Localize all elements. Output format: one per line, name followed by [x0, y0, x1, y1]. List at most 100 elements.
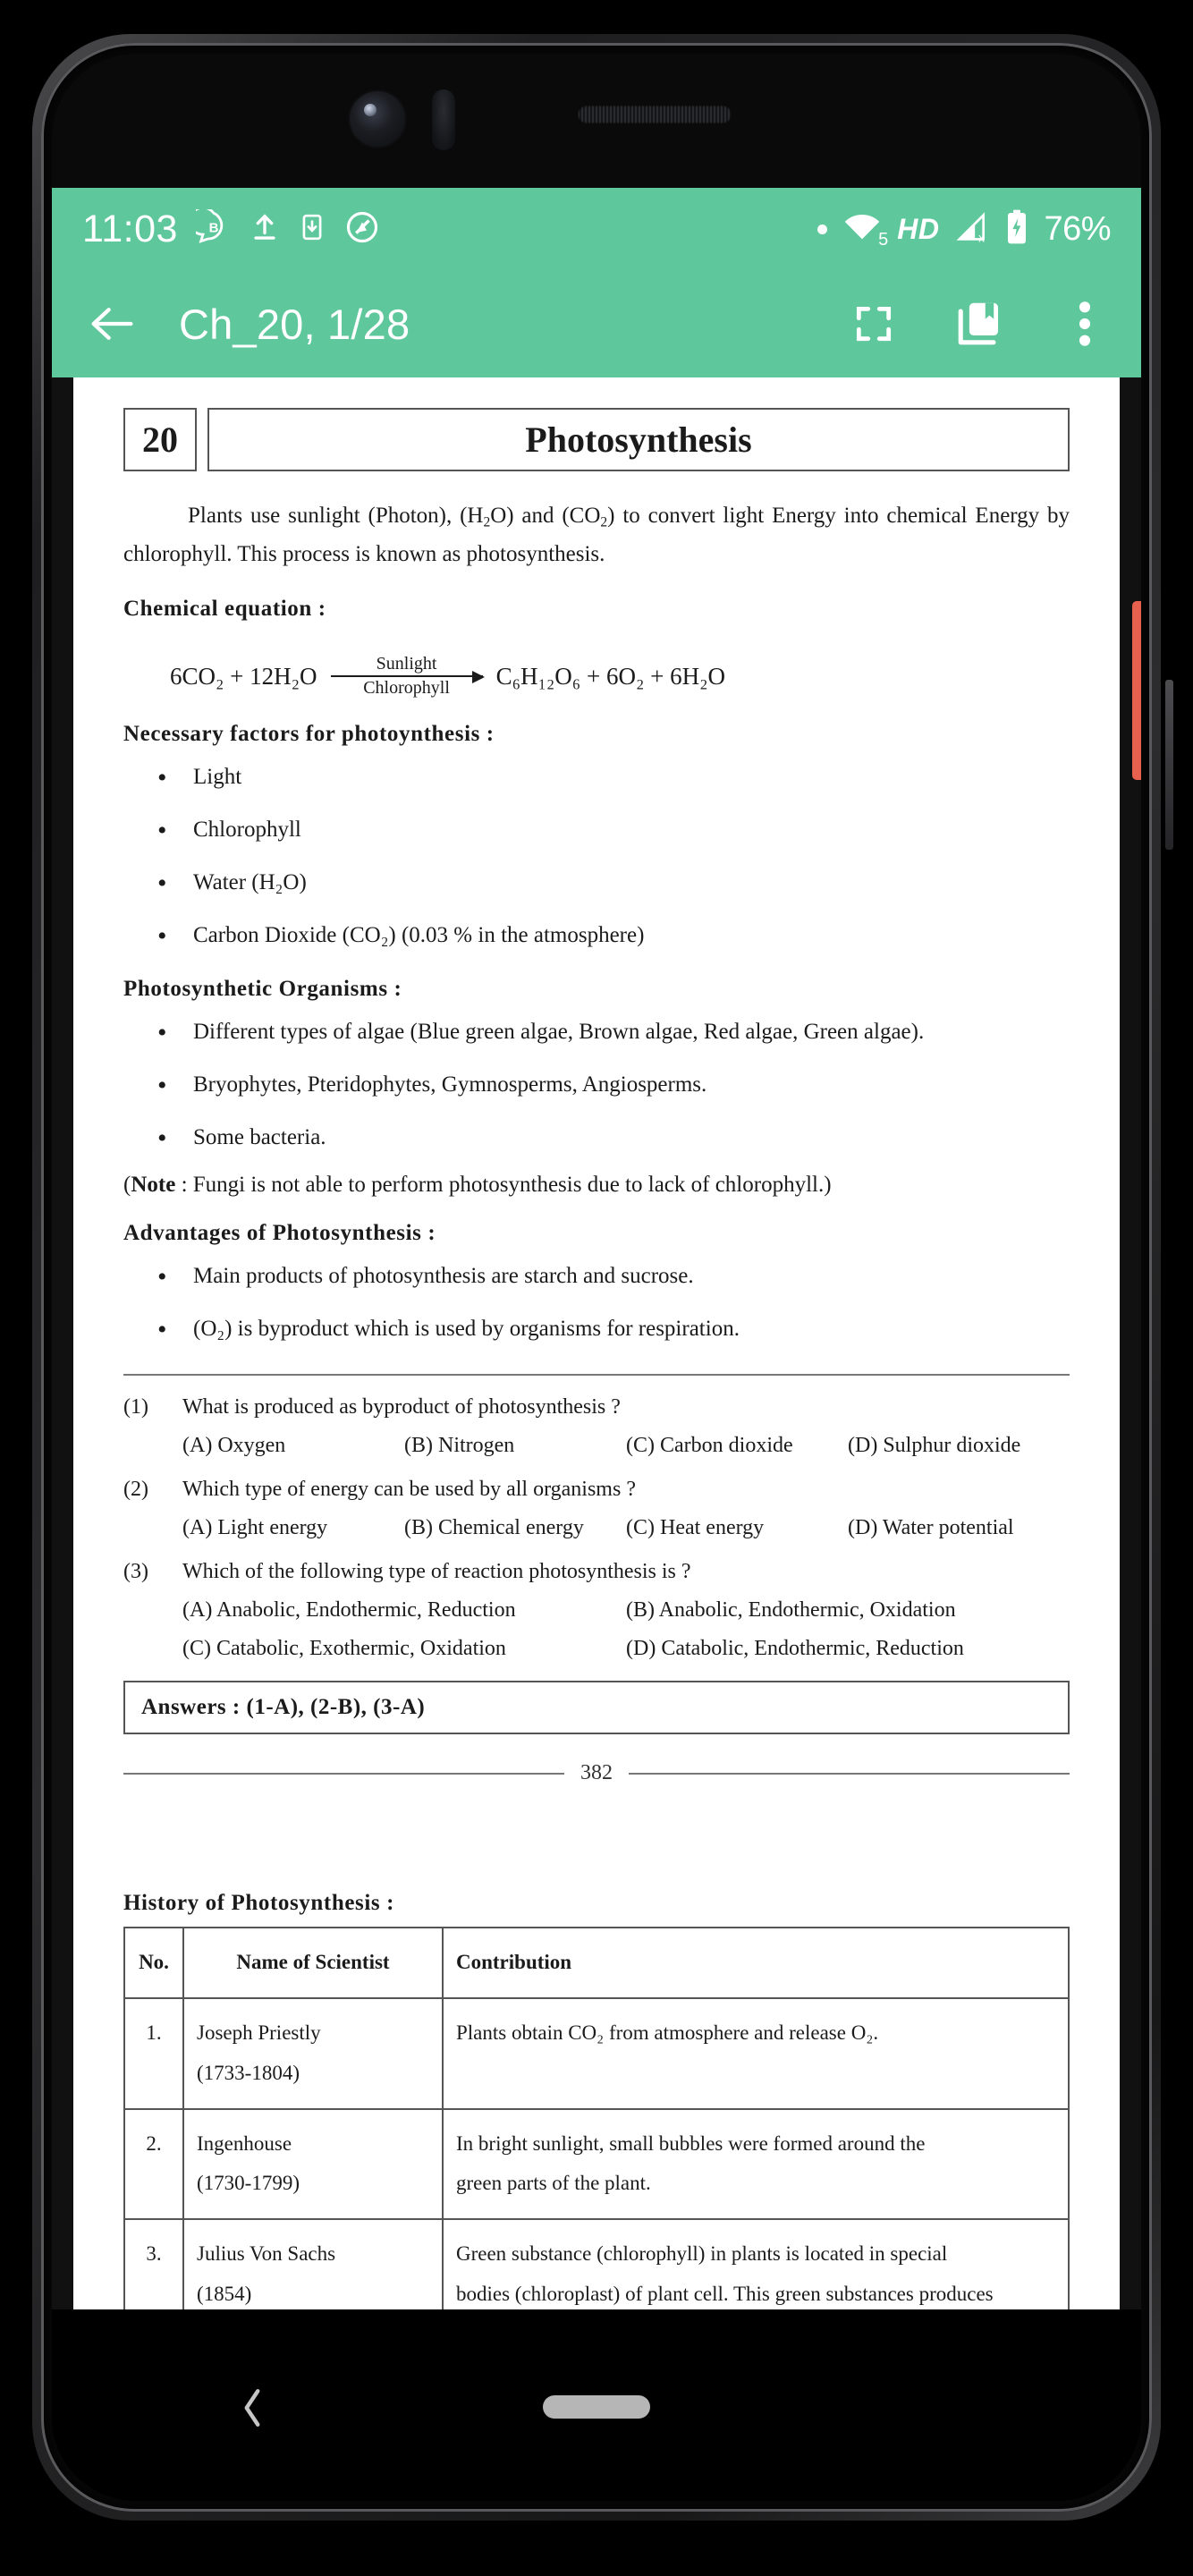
cellular-signal-off-icon: x: [954, 210, 990, 249]
arrow-top-label: Sunlight: [376, 654, 437, 674]
question-text: Which of the following type of reaction …: [182, 1560, 691, 1583]
question-row: (2) Which type of energy can be used by …: [123, 1478, 1070, 1502]
arrow-line: [330, 671, 485, 683]
chapter-header: 20 Photosynthesis: [123, 408, 1070, 471]
cell-no: 1.: [123, 1996, 184, 2110]
cell-contribution: In bright sunlight, small bubbles were f…: [442, 2107, 1070, 2221]
table-header-row: No. Name of Scientist Contribution: [123, 1927, 1070, 1999]
option-c[interactable]: (C) Carbon dioxide: [626, 1434, 848, 1458]
scientist-years: (1730-1799): [197, 2172, 300, 2195]
question-text: What is produced as byproduct of photosy…: [182, 1395, 621, 1419]
list-item: (O₂) is byproduct which is used by organ…: [123, 1309, 1070, 1352]
history-table: No. Name of Scientist Contribution 1. Jo…: [123, 1927, 1070, 2309]
option-d[interactable]: (D) Water potential: [848, 1516, 1070, 1540]
option-b[interactable]: (B) Chemical energy: [404, 1516, 626, 1540]
table-row: 2. Ingenhouse (1730-1799) In bright sunl…: [123, 2107, 1070, 2221]
option-d[interactable]: (D) Catabolic, Endothermic, Reduction: [626, 1637, 1070, 1661]
chevron-left-icon[interactable]: [227, 2383, 277, 2433]
contribution-line: Plants obtain CO₂ from atmosphere and re…: [456, 2021, 879, 2044]
phone-screen: 11:03 B 5 HD x 76% Ch_20, 1/28 20 Photos…: [52, 54, 1141, 2501]
home-gesture-pill[interactable]: [543, 2395, 650, 2419]
front-camera-icon: [350, 91, 405, 147]
adblock-icon: [344, 209, 380, 250]
scroll-indicator[interactable]: [1132, 601, 1141, 780]
bookmark-library-icon[interactable]: [950, 294, 1009, 353]
toolbar-actions: [844, 294, 1114, 353]
note-label: Note: [131, 1173, 176, 1197]
question-options: (A) Anabolic, Endothermic, Reduction (B)…: [123, 1598, 1070, 1623]
list-item: Chlorophyll: [123, 809, 1070, 852]
page-rule-right: [629, 1772, 1070, 1775]
advantages-heading: Advantages of Photosynthesis :: [123, 1221, 436, 1245]
cell-scientist: Julius Von Sachs (1854): [182, 2218, 444, 2309]
equation-right: C₆H₁₂O₆ + 6O₂ + 6H₂O: [495, 662, 725, 690]
chemical-equation-heading: Chemical equation :: [123, 597, 326, 621]
phone-download-icon: [298, 209, 326, 250]
history-heading: History of Photosynthesis :: [123, 1891, 395, 1915]
option-b[interactable]: (B) Nitrogen: [404, 1434, 626, 1458]
page-number: 382: [580, 1761, 613, 1784]
necessary-factors-heading: Necessary factors for photoynthesis :: [123, 722, 495, 746]
cell-no: 3.: [123, 2218, 184, 2309]
page-title: Ch_20, 1/28: [179, 300, 410, 348]
question-row: (3) Which of the following type of react…: [123, 1560, 1070, 1584]
header-no: No.: [123, 1927, 184, 1999]
svg-text:B: B: [209, 220, 219, 235]
list-item: Light: [123, 757, 1070, 800]
document-viewport[interactable]: 20 Photosynthesis Plants use sunlight (P…: [52, 377, 1141, 2309]
status-bar: 11:03 B 5 HD x 76%: [52, 188, 1141, 270]
list-item: Carbon Dioxide (CO₂) (0.03 % in the atmo…: [123, 915, 1070, 958]
list-item: Some bacteria.: [123, 1117, 1070, 1160]
back-button[interactable]: [79, 291, 145, 357]
volume-rocker-button[interactable]: [1165, 680, 1173, 850]
intro-part-c: O) and (CO: [490, 504, 601, 528]
status-bar-right: 5 HD x 76%: [817, 209, 1111, 250]
option-a[interactable]: (A) Anabolic, Endothermic, Reduction: [182, 1598, 626, 1623]
chapter-title: Photosynthesis: [207, 408, 1070, 471]
fullscreen-icon[interactable]: [844, 294, 903, 353]
system-navigation-bar: [52, 2309, 1141, 2501]
battery-percentage-label: 76%: [1044, 209, 1111, 248]
question-number: (2): [123, 1478, 148, 1501]
reaction-arrow: Sunlight Chlorophyll: [326, 654, 487, 699]
question-number: (1): [123, 1395, 148, 1419]
option-a[interactable]: (A) Oxygen: [182, 1434, 404, 1458]
overflow-menu-icon[interactable]: [1055, 294, 1114, 353]
document-page: 20 Photosynthesis Plants use sunlight (P…: [73, 377, 1120, 2309]
notch-area: [52, 54, 1141, 188]
header-contribution: Contribution: [442, 1927, 1070, 1999]
option-c[interactable]: (C) Catabolic, Exothermic, Oxidation: [182, 1637, 626, 1661]
option-a[interactable]: (A) Light energy: [182, 1516, 404, 1540]
proximity-sensor-icon: [432, 89, 455, 150]
question-row: (1) What is produced as byproduct of pho…: [123, 1395, 1070, 1419]
message-b-icon: B: [188, 206, 232, 250]
option-d[interactable]: (D) Sulphur dioxide: [848, 1434, 1070, 1458]
header-scientist: Name of Scientist: [182, 1927, 444, 1999]
list-item: Main products of photosynthesis are star…: [123, 1256, 1070, 1299]
notification-dot-icon: [817, 224, 828, 234]
camera-glint: [364, 104, 377, 116]
necessary-factors-list: Light Chlorophyll Water (H₂O) Carbon Dio…: [123, 757, 1070, 958]
question-text: Which type of energy can be used by all …: [182, 1478, 636, 1501]
fungi-note: (Note : Fungi is not able to perform pho…: [123, 1173, 1070, 1198]
option-c[interactable]: (C) Heat energy: [626, 1516, 848, 1540]
cell-scientist: Ingenhouse (1730-1799): [182, 2107, 444, 2221]
table-row: 1. Joseph Priestly (1733-1804) Plants ob…: [123, 1996, 1070, 2110]
chemical-equation: 6CO₂ + 12H₂O Sunlight Chlorophyll C₆H₁₂O…: [170, 654, 1070, 699]
option-b[interactable]: (B) Anabolic, Endothermic, Oxidation: [626, 1598, 1070, 1623]
list-item: Water (H₂O): [123, 862, 1070, 905]
intro-paragraph: Plants use sunlight (Photon), (H 2O) and …: [123, 496, 1070, 573]
cell-contribution: Plants obtain CO₂ from atmosphere and re…: [442, 1996, 1070, 2110]
cell-scientist: Joseph Priestly (1733-1804): [182, 1996, 444, 2110]
svg-text:x: x: [979, 231, 986, 244]
question-options: (A) Light energy (B) Chemical energy (C)…: [123, 1516, 1070, 1540]
list-item: Bryophytes, Pteridophytes, Gymnosperms, …: [123, 1064, 1070, 1107]
question-options: (C) Catabolic, Exothermic, Oxidation (D)…: [123, 1637, 1070, 1661]
contribution-line: Green substance (chlorophyll) in plants …: [456, 2242, 948, 2266]
scientist-name: Julius Von Sachs: [197, 2242, 336, 2266]
scientist-name: Ingenhouse: [197, 2131, 292, 2155]
contribution-line: green parts of the plant.: [456, 2172, 651, 2195]
status-bar-left: 11:03 B: [82, 206, 380, 251]
intro-sub-2: 2: [600, 514, 608, 530]
status-clock: 11:03: [82, 207, 178, 250]
